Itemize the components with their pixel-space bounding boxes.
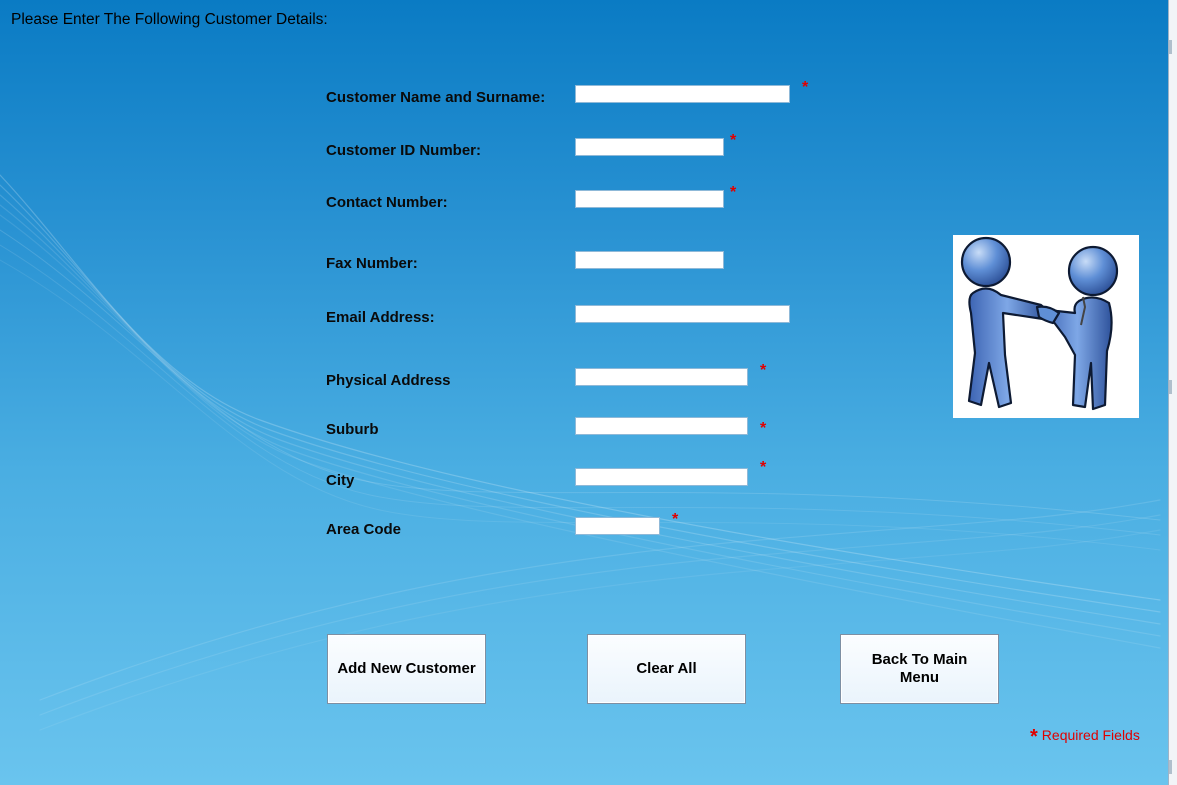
email-address-input[interactable] — [575, 305, 790, 323]
required-star: * — [760, 459, 767, 476]
contact-number-label: Contact Number: — [326, 194, 448, 211]
customer-name-label: Customer Name and Surname: — [326, 89, 546, 106]
required-star: * — [760, 362, 767, 379]
fax-number-label: Fax Number: — [326, 255, 418, 272]
two-figures-handshake-icon — [953, 235, 1139, 418]
required-fields-text: Required Fields — [1041, 727, 1140, 743]
form-heading: Please Enter The Following Customer Deta… — [11, 11, 328, 28]
customer-id-label: Customer ID Number: — [326, 142, 482, 159]
city-label: City — [326, 472, 355, 489]
suburb-label: Suburb — [326, 421, 379, 438]
area-code-label: Area Code — [326, 521, 402, 538]
area-code-input[interactable] — [575, 517, 660, 535]
window-right-border — [1168, 0, 1177, 785]
customer-name-input[interactable] — [575, 85, 790, 103]
physical-address-label: Physical Address — [326, 372, 451, 389]
required-star: * — [672, 511, 679, 528]
required-star: * — [730, 132, 737, 149]
required-star: * — [730, 184, 737, 201]
add-new-customer-button[interactable]: Add New Customer — [327, 634, 486, 704]
required-star: * — [802, 79, 809, 96]
email-address-label: Email Address: — [326, 309, 435, 326]
physical-address-input[interactable] — [575, 368, 748, 386]
contact-number-input[interactable] — [575, 190, 724, 208]
fax-number-input[interactable] — [575, 251, 724, 269]
customer-details-window: Please Enter The Following Customer Deta… — [0, 0, 1177, 785]
back-to-main-menu-button[interactable]: Back To Main Menu — [840, 634, 999, 704]
suburb-input[interactable] — [575, 417, 748, 435]
city-input[interactable] — [575, 468, 748, 486]
required-star: * — [760, 420, 767, 437]
required-star: * — [1030, 726, 1038, 748]
required-fields-note: * Required Fields — [1030, 726, 1140, 749]
customer-id-input[interactable] — [575, 138, 724, 156]
clear-all-button[interactable]: Clear All — [587, 634, 746, 704]
